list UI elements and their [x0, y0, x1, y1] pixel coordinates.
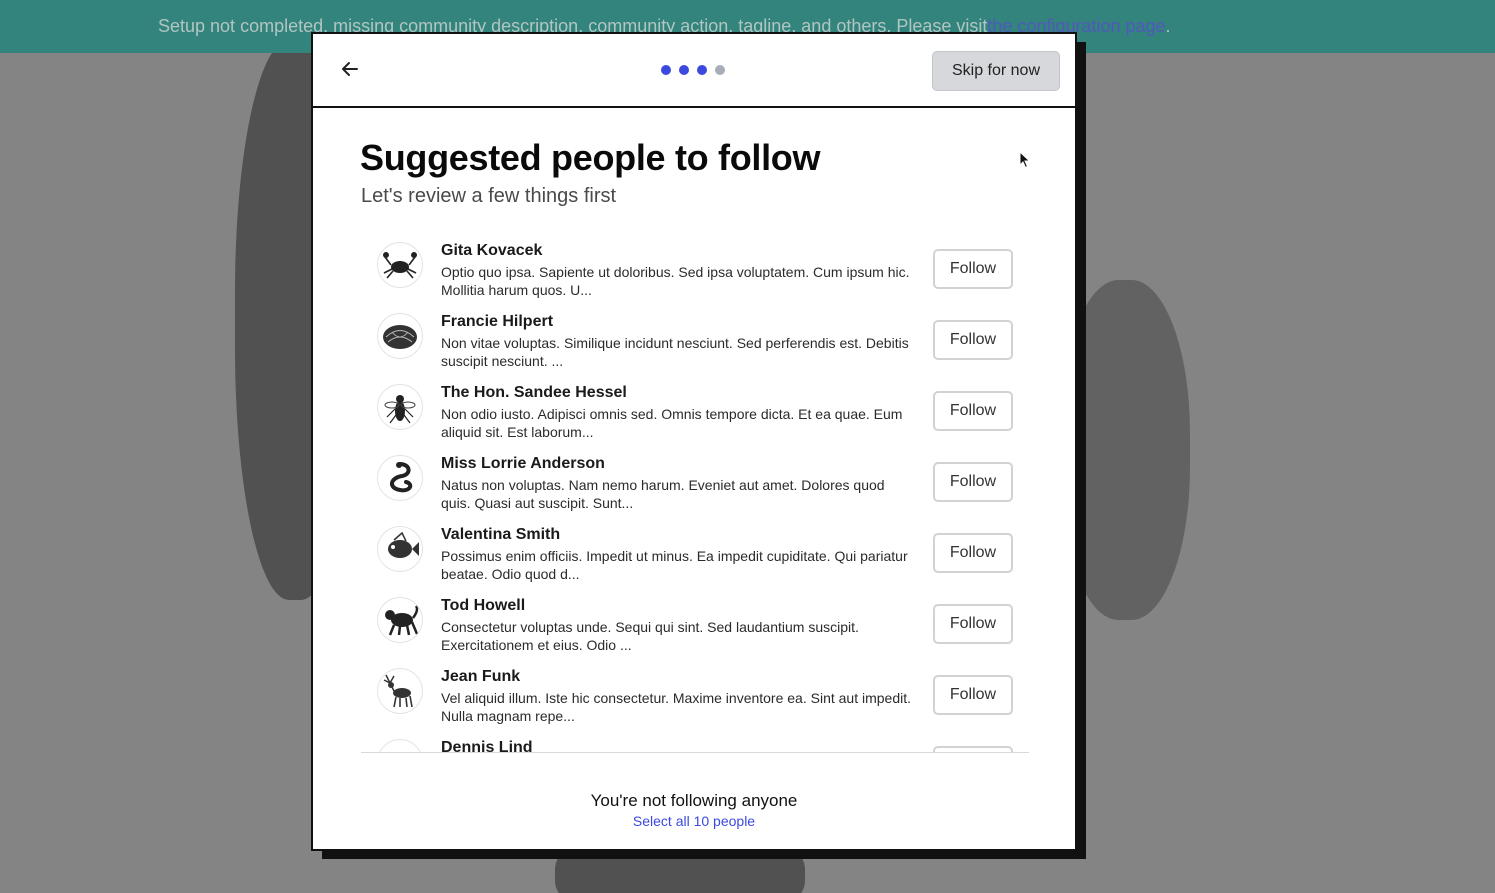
person-bio: Non vitae voluptas. Similique incidunt n… — [441, 335, 909, 369]
page-title: Suggested people to follow — [360, 137, 821, 178]
follow-button[interactable]: Follow — [933, 462, 1013, 502]
avatar — [377, 384, 423, 430]
person-name[interactable]: Dennis Lind — [441, 739, 533, 752]
list-item: Valentina Smith Possimus enim officiis. … — [361, 516, 1029, 587]
animal-icon — [380, 742, 420, 753]
fly-icon — [384, 395, 416, 424]
follow-status-text: You're not following anyone — [590, 791, 798, 810]
list-item: The Hon. Sandee Hessel Non odio iusto. A… — [361, 374, 1029, 445]
follow-button[interactable]: Follow — [933, 249, 1013, 289]
step-dot-4 — [715, 65, 725, 75]
person-name[interactable]: Gita Kovacek — [441, 242, 542, 260]
person-name[interactable]: Tod Howell — [441, 597, 525, 615]
avatar — [377, 597, 423, 643]
onboarding-modal: Skip for now Suggested people to follow … — [311, 32, 1077, 851]
list-item: Dennis Lind — [361, 729, 1029, 753]
crab-icon — [383, 252, 417, 279]
skip-button[interactable]: Skip for now — [932, 51, 1060, 91]
avatar — [377, 455, 423, 501]
list-item: Gita Kovacek Optio quo ipsa. Sapiente ut… — [361, 232, 1029, 303]
person-bio: Non odio iusto. Adipisci omnis sed. Omni… — [441, 406, 903, 440]
list-item: Tod Howell Consectetur voluptas unde. Se… — [361, 587, 1029, 658]
person-bio: Natus non voluptas. Nam nemo harum. Even… — [441, 477, 885, 511]
person-bio: Optio quo ipsa. Sapiente ut doloribus. S… — [441, 264, 910, 298]
person-name[interactable]: Francie Hilpert — [441, 313, 553, 331]
follow-button[interactable]: Follow — [933, 675, 1013, 715]
monkey-icon — [385, 605, 419, 636]
person-name[interactable]: Jean Funk — [441, 668, 520, 686]
person-name[interactable]: Miss Lorrie Anderson — [441, 455, 605, 473]
back-button[interactable] — [335, 54, 365, 84]
follow-button[interactable]: Follow — [933, 533, 1013, 573]
avatar — [377, 739, 423, 753]
modal-header: Skip for now — [313, 34, 1075, 108]
avatar — [377, 526, 423, 572]
person-bio: Vel aliquid illum. Iste hic consectetur.… — [441, 690, 912, 724]
list-item: Francie Hilpert Non vitae voluptas. Simi… — [361, 303, 1029, 374]
deer-icon — [383, 674, 413, 708]
person-name[interactable]: Valentina Smith — [441, 526, 560, 544]
step-dot-3 — [697, 65, 707, 75]
avatar — [377, 668, 423, 714]
step-dot-1 — [661, 65, 671, 75]
snake-icon — [390, 462, 413, 493]
arrow-left-icon — [342, 62, 358, 76]
avatar — [377, 242, 423, 288]
person-name[interactable]: The Hon. Sandee Hessel — [441, 384, 627, 402]
person-bio: Consectetur voluptas unde. Sequi qui sin… — [441, 619, 859, 653]
mouse-cursor-icon — [1019, 151, 1031, 169]
follow-button[interactable] — [933, 746, 1013, 752]
step-dot-2 — [679, 65, 689, 75]
avatar — [377, 313, 423, 359]
follow-button[interactable]: Follow — [933, 604, 1013, 644]
fish-icon — [388, 531, 419, 558]
people-list[interactable]: Gita Kovacek Optio quo ipsa. Sapiente ut… — [361, 232, 1029, 753]
list-item: Jean Funk Vel aliquid illum. Iste hic co… — [361, 658, 1029, 729]
select-all-link[interactable]: Select all 10 people — [313, 813, 1075, 829]
follow-button[interactable]: Follow — [933, 320, 1013, 360]
person-bio: Possimus enim officiis. Impedit ut minus… — [441, 548, 908, 582]
step-indicator — [661, 65, 725, 75]
follow-button[interactable]: Follow — [933, 391, 1013, 431]
coral-icon — [383, 325, 417, 349]
list-item: Miss Lorrie Anderson Natus non voluptas.… — [361, 445, 1029, 516]
page-subtitle: Let's review a few things first — [361, 185, 617, 207]
